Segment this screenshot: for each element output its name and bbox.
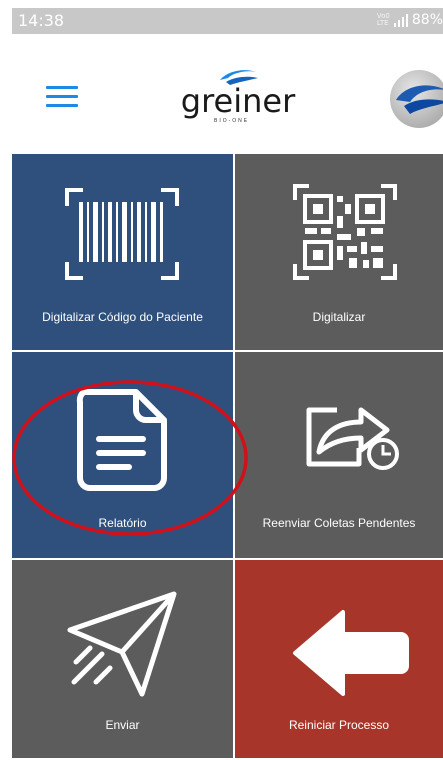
tile-label: Enviar (105, 718, 140, 732)
barcode-scan-icon (65, 188, 179, 280)
hamburger-menu-icon[interactable] (46, 86, 78, 110)
network-bottom-text: LTE (376, 19, 389, 27)
battery-text: 88% (411, 12, 443, 28)
status-time: 14:38 (18, 11, 65, 30)
document-icon (76, 389, 167, 491)
tile-restart-process[interactable]: Reiniciar Processo (235, 560, 443, 758)
app-screen: 14:38 Vo0 LTE 88% greiner BIO-ONE Digita… (12, 8, 443, 758)
tile-send[interactable]: Enviar (12, 560, 233, 758)
greiner-swoosh-icon (396, 85, 443, 114)
tile-resend-pending[interactable]: Reenviar Coletas Pendentes (235, 352, 443, 558)
network-indicator: Vo0 LTE (377, 13, 390, 27)
logo-wordmark: greiner (180, 82, 296, 120)
tile-label: Reiniciar Processo (288, 718, 390, 732)
tile-scan-patient-code[interactable]: Digitalizar Código do Paciente (12, 154, 233, 350)
tile-label: Digitalizar Código do Paciente (42, 310, 203, 324)
tile-report[interactable]: Relatório (12, 352, 233, 558)
status-indicators: Vo0 LTE 88% (377, 12, 443, 28)
action-grid: Digitalizar Código do Paciente Digitaliz… (12, 154, 443, 758)
app-bar: greiner BIO-ONE (12, 34, 443, 154)
arrow-left-icon (293, 610, 409, 696)
tile-label: Reenviar Coletas Pendentes (262, 516, 416, 530)
qr-code-scan-icon (293, 184, 397, 280)
avatar[interactable] (390, 70, 443, 128)
tile-label: Digitalizar (312, 310, 366, 324)
paper-plane-icon (67, 591, 177, 697)
tile-scan[interactable]: Digitalizar (235, 154, 443, 350)
resend-clock-icon (306, 407, 399, 470)
tile-label: Relatório (98, 516, 147, 530)
signal-icon (393, 13, 408, 27)
status-bar: 14:38 Vo0 LTE 88% (12, 8, 443, 34)
greiner-logo: greiner BIO-ONE (178, 68, 298, 132)
